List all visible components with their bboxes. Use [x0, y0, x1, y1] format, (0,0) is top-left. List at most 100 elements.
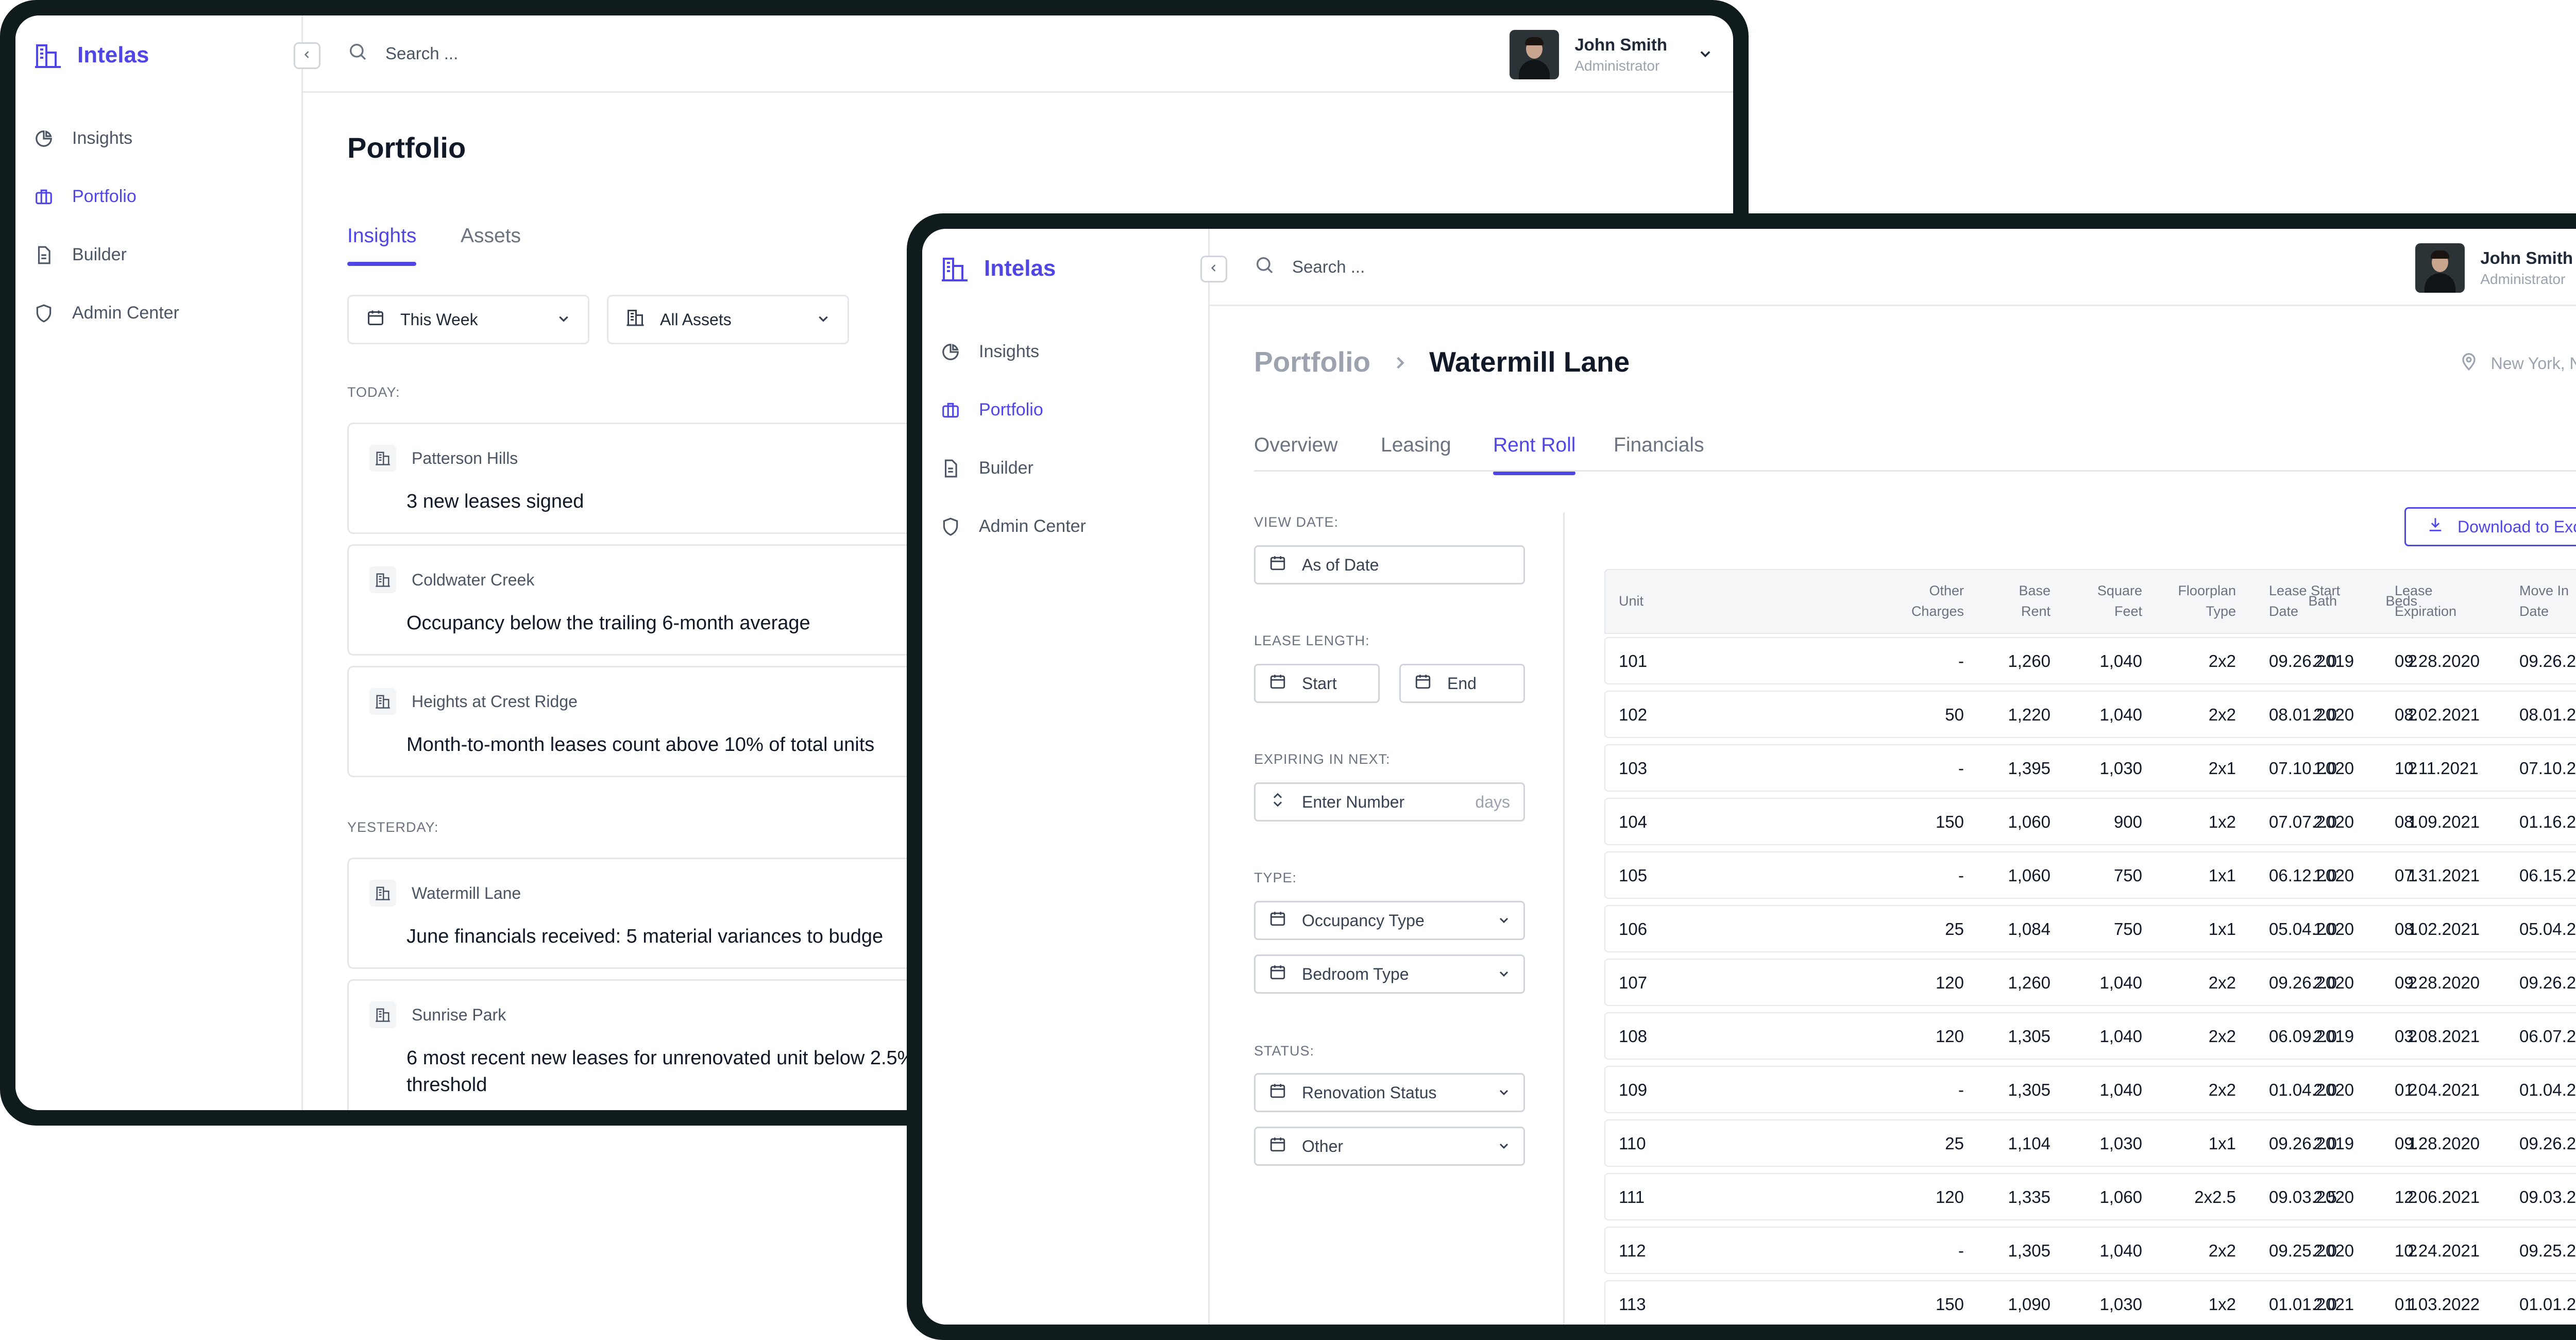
sidebar-item-insights[interactable]: Insights [941, 323, 1086, 381]
table-row[interactable]: 106 1 1.0 1x1 750 1,084 25 05.04.2020 08.02.2021… [1604, 902, 2576, 956]
table-row[interactable]: 105 1 1.0 1x1 750 1,060-06.12.2020 07.31.2021 0… [1604, 848, 2576, 902]
sidebar-item-label: Portfolio [72, 187, 137, 206]
sidebar-item-portfolio[interactable]: Portfolio [941, 381, 1086, 439]
search-bar[interactable]: Search ... [347, 41, 458, 66]
cell-floorplan-type: 2x2 [2208, 1080, 2236, 1099]
column-header-lease-start-date[interactable]: Lease Start Date [2269, 580, 2340, 622]
sidebar-item-builder[interactable]: Builder [941, 439, 1086, 497]
table-row[interactable]: 107 2 2.0 2x2 1,040 1,260 120 09.26.2020 09.28.2… [1604, 956, 2576, 1009]
table-row-box: 104 1 2.0 1x2 900 1,060 150 07.07.2020 08.09.202… [1604, 798, 2576, 845]
calendar-icon [1269, 1135, 1286, 1157]
other-status-select[interactable]: Other [1254, 1127, 1525, 1166]
search-bar[interactable]: Search ... [1254, 255, 1365, 279]
main-content: Search ... John Smith Administrator Port… [1210, 229, 2576, 1325]
column-header-base-rent[interactable]: Base Rent [2019, 580, 2050, 622]
tab-assets[interactable]: Assets [461, 225, 521, 266]
cell-unit: 108 [1619, 1027, 1648, 1046]
period-select[interactable]: This Week [347, 295, 589, 344]
tab-financials[interactable]: Financials [1614, 434, 1704, 475]
table-row-box: 101 2 2.0 2x2 1,040 1,260-09.26.2019 09.28.202… [1604, 637, 2576, 684]
collapse-sidebar-button[interactable] [294, 42, 320, 69]
brand[interactable]: Intelas [34, 42, 149, 68]
column-header-lease-expiration[interactable]: Lease Expiration [2395, 580, 2456, 622]
table-row[interactable]: 104 1 2.0 1x2 900 1,060 150 07.07.2020 08.09.202… [1604, 795, 2576, 848]
sidebar-item-insights[interactable]: Insights [34, 109, 179, 167]
table-row[interactable]: 111 2 2.5 2x2.5 1,060 1,335 120 09.03.2020 12.06… [1604, 1170, 2576, 1224]
cell-move-in-date: 06.15.2018 [2519, 866, 2576, 885]
cell-other-charges: 120 [1935, 1027, 1964, 1046]
sidebar-nav: Insights Portfolio Builder Admin Center [34, 109, 179, 342]
column-header-unit[interactable]: Unit [1619, 591, 1643, 611]
table-row[interactable]: 112 2 2.0 2x2 1,040 1,305-09.25.2020 10.24.202… [1604, 1224, 2576, 1277]
cell-move-in-date: 09.03.2020 [2519, 1187, 2576, 1207]
search-input[interactable]: Search ... [1292, 257, 1365, 277]
cell-lease-start-date: 01.04.2020 [2269, 1080, 2354, 1099]
user-menu[interactable]: John Smith Administrator [2415, 243, 2576, 293]
renovation-status-select[interactable]: Renovation Status [1254, 1073, 1525, 1112]
calendar-icon [366, 308, 385, 331]
table-row[interactable]: 109 2 2.0 2x2 1,040 1,305-01.04.2020 01.04.202… [1604, 1063, 2576, 1116]
building-icon [369, 688, 396, 715]
rent-roll-table: Unit Beds Bath Floorplan Type Square Feet Base R… [1604, 569, 2576, 1325]
view-date-field[interactable]: As of Date [1254, 545, 1525, 584]
search-icon [347, 41, 368, 66]
sidebar-item-portfolio[interactable]: Portfolio [34, 167, 179, 226]
section-label-today: TODAY: [347, 384, 400, 400]
calendar-icon [1269, 1082, 1286, 1103]
insight-property: Heights at Crest Ridge [412, 692, 578, 711]
occupancy-type-select[interactable]: Occupancy Type [1254, 901, 1525, 940]
tab-leasing[interactable]: Leasing [1381, 434, 1451, 475]
document-icon [941, 459, 960, 478]
cell-move-in-date: 05.04.2020 [2519, 919, 2576, 939]
building-icon [369, 1001, 396, 1028]
column-header-square-feet[interactable]: Square Feet [2097, 580, 2142, 622]
column-header-move-in-date[interactable]: Move In Date [2519, 580, 2569, 622]
breadcrumb-parent[interactable]: Portfolio [1254, 345, 1370, 378]
chevron-down-icon [1498, 965, 1510, 984]
cell-other-charges: 150 [1935, 1295, 1964, 1314]
table-row[interactable]: 110 1 2.0 1x1 1,030 1,104 25 09.26.2019 09.28.20… [1604, 1116, 2576, 1170]
sidebar-item-admin-center[interactable]: Admin Center [34, 284, 179, 342]
chevron-down-icon [1498, 1083, 1510, 1102]
column-header-floorplan-type[interactable]: Floorplan Type [2178, 580, 2236, 622]
cell-move-in-date: 09.25.2020 [2519, 1241, 2576, 1260]
sidebar-item-builder[interactable]: Builder [34, 226, 179, 284]
cell-square-feet: 1,030 [2099, 759, 2142, 778]
cell-move-in-date: 08.01.2020 [2519, 705, 2576, 724]
user-menu[interactable]: John Smith Administrator [1510, 30, 1713, 79]
search-input[interactable]: Search ... [385, 44, 458, 63]
lease-end-field[interactable]: End [1399, 664, 1525, 703]
tab-divider [1254, 470, 2576, 472]
tab-overview[interactable]: Overview [1254, 434, 1338, 475]
column-header-other-charges[interactable]: Other Charges [1911, 580, 1964, 622]
expiring-days-stepper[interactable]: Enter Number days [1254, 782, 1525, 822]
assets-select[interactable]: All Assets [607, 295, 849, 344]
table-row[interactable]: 102 2 2.0 2x2 1,040 1,220 50 08.01.2020 08.02.20… [1604, 688, 2576, 741]
cell-other-charges: - [1958, 759, 1964, 778]
cell-other-charges: - [1958, 866, 1964, 885]
collapse-sidebar-button[interactable] [1200, 256, 1227, 282]
download-excel-button[interactable]: Download to Excel [2404, 507, 2576, 546]
cell-square-feet: 1,060 [2099, 1187, 2142, 1207]
table-row-box: 107 2 2.0 2x2 1,040 1,260 120 09.26.2020 09.28.2… [1604, 959, 2576, 1006]
cell-lease-expiration: 08.02.2021 [2395, 919, 2480, 939]
cell-lease-start-date: 06.09.2019 [2269, 1027, 2354, 1046]
cell-lease-expiration: 09.28.2020 [2395, 1134, 2480, 1153]
tab-rent-roll[interactable]: Rent Roll [1493, 434, 1576, 475]
cell-base-rent: 1,090 [2008, 1295, 2050, 1314]
cell-other-charges: 120 [1935, 973, 1964, 992]
table-row[interactable]: 101 2 2.0 2x2 1,040 1,260-09.26.2019 09.28.202… [1604, 634, 2576, 688]
table-row[interactable]: 108 2 2.0 2x2 1,040 1,305 120 06.09.2019 03.08.2… [1604, 1009, 2576, 1063]
lease-start-field[interactable]: Start [1254, 664, 1380, 703]
table-row[interactable]: 103 2 1.0 2x1 1,030 1,395-07.10.2020 10.11.202… [1604, 741, 2576, 795]
cell-unit: 110 [1619, 1134, 1646, 1153]
bedroom-type-select[interactable]: Bedroom Type [1254, 954, 1525, 994]
expiring-days-input[interactable]: Enter Number [1302, 793, 1404, 812]
sidebar-item-label: Portfolio [979, 400, 1043, 420]
brand[interactable]: Intelas [941, 256, 1056, 281]
table-row[interactable]: 113 1 2.0 1x2 1,030 1,090 150 01.01.2021 01.03.2… [1604, 1277, 2576, 1325]
cell-lease-expiration: 01.04.2021 [2395, 1080, 2480, 1099]
tab-insights[interactable]: Insights [347, 225, 417, 266]
cell-move-in-date: 01.01.2021 [2519, 1295, 2576, 1314]
sidebar-item-admin-center[interactable]: Admin Center [941, 497, 1086, 556]
